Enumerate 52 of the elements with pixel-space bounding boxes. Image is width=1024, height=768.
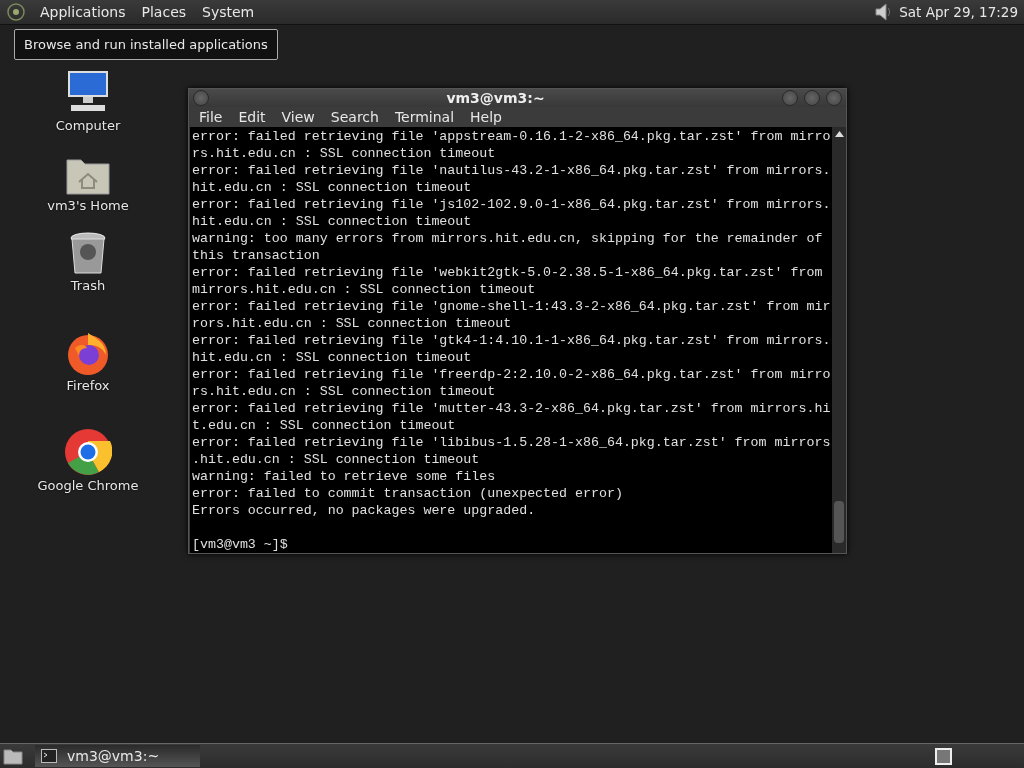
menu-item[interactable]: View: [273, 108, 323, 125]
show-desktop-icon[interactable]: [3, 747, 23, 765]
chrome-icon[interactable]: [64, 428, 112, 476]
terminal-line: error: failed retrieving file 'libibus-1.5.28-1-x86_64.pkg.tar.zst' from mirrors: [192, 434, 832, 451]
terminal-line: error: failed retrieving file 'freerdp-2:2.10.0-2-x86_64.pkg.tar.zst' from mirro: [192, 366, 832, 383]
desktop-icon-label[interactable]: Computer: [55, 118, 121, 133]
terminal-line: mirrors.hit.edu.cn : SSL connection timeout: [192, 281, 537, 298]
workspace-switcher[interactable]: [935, 747, 952, 765]
menu-item[interactable]: Terminal: [386, 108, 463, 125]
desktop-icon-label[interactable]: Trash: [70, 278, 106, 293]
terminal-line: this transaction: [192, 247, 321, 264]
terminal-line: warning: failed to retrieve some files: [192, 468, 497, 485]
panel-menu[interactable]: Places: [133, 4, 195, 20]
window-title: vm3@vm3:~: [445, 89, 546, 106]
desktop-icon-label[interactable]: Google Chrome: [37, 478, 139, 493]
clock[interactable]: Sat Apr 29, 17:29: [899, 4, 1018, 20]
terminal-line: error: failed retrieving file 'webkit2gtk-5.0-2.38.5-1-x86_64.pkg.tar.zst' from: [192, 264, 824, 281]
terminal-line: error: failed retrieving file 'gnome-shell-1:43.3-2-x86_64.pkg.tar.zst' from mir: [192, 298, 832, 315]
menu-item[interactable]: Help: [462, 108, 510, 125]
terminal-line: .hit.edu.cn : SSL connection timeout: [192, 451, 481, 468]
terminal-icon: [41, 749, 57, 763]
menu-item[interactable]: Edit: [230, 108, 274, 125]
terminal-line: error: failed retrieving file 'nautilus-43.2-1-x86_64.pkg.tar.zst' from mirrors.: [192, 162, 832, 179]
terminal-line: warning: too many errors from mirrors.hit.edu.cn, skipping for the remainder of: [192, 230, 824, 247]
panel-menu[interactable]: System: [194, 4, 263, 20]
terminal-line: rs.hit.edu.cn : SSL connection timeout: [192, 145, 497, 162]
terminal-line: hit.edu.cn : SSL connection timeout: [192, 349, 473, 366]
scrollbar-thumb[interactable]: [834, 501, 844, 543]
scroll-up-icon[interactable]: [834, 131, 844, 137]
terminal-line: error: failed retrieving file 'appstream-0.16.1-2-x86_64.pkg.tar.zst' from mirro: [192, 128, 832, 145]
terminal-line: rs.hit.edu.cn : SSL connection timeout: [192, 383, 497, 400]
terminal-line: t.edu.cn : SSL connection timeout: [192, 417, 457, 434]
terminal-line: error: failed retrieving file 'gtk4-1:4.10.1-1-x86_64.pkg.tar.zst' from mirrors.: [192, 332, 832, 349]
prompt: [vm3@vm3 ~]$: [192, 536, 289, 553]
terminal-line: hit.edu.cn : SSL connection timeout: [192, 213, 473, 230]
terminal-line: hit.edu.cn : SSL connection timeout: [192, 179, 473, 196]
desktop-icon-label[interactable]: vm3's Home: [47, 198, 129, 213]
panel-menu[interactable]: Applications: [32, 4, 134, 20]
terminal-line: error: failed retrieving file 'mutter-43.3-2-x86_64.pkg.tar.zst' from mirrors.hi: [192, 400, 832, 417]
menu-item[interactable]: File: [191, 108, 231, 125]
menu-logo-icon[interactable]: [6, 2, 26, 22]
terminal-line: rors.hit.edu.cn : SSL connection timeout: [192, 315, 513, 332]
terminal-line: error: failed to commit transaction (unexpected error): [192, 485, 624, 502]
firefox-icon[interactable]: [65, 330, 111, 376]
taskbar-button[interactable]: vm3@vm3:~: [35, 745, 200, 767]
menu-item[interactable]: Search: [322, 108, 387, 125]
terminal-line: error: failed retrieving file 'js102-102.9.0-1-x86_64.pkg.tar.zst' from mirrors.: [192, 196, 832, 213]
desktop-icon-label[interactable]: Firefox: [66, 378, 110, 393]
scrollbar[interactable]: [832, 127, 846, 553]
tooltip: Browse and run installed applications: [14, 29, 278, 60]
trash-icon[interactable]: [68, 232, 108, 276]
terminal-line: Errors occurred, no packages were upgraded.: [192, 502, 537, 519]
